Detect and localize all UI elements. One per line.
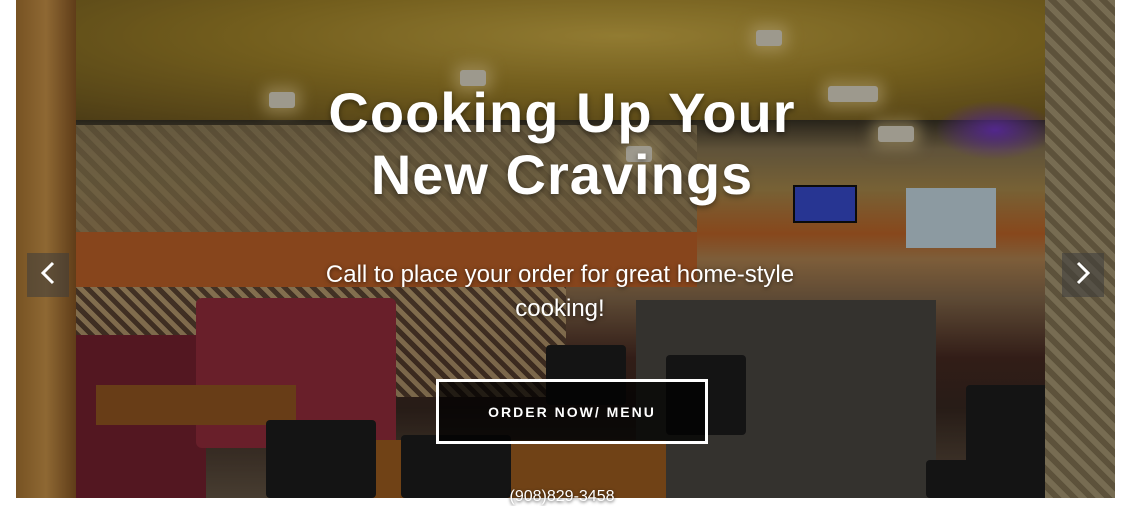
carousel-next-button[interactable] [1062,253,1104,297]
hero-headline: Cooking Up Your New Cravings [0,82,1124,206]
chevron-left-icon [38,260,58,291]
order-now-menu-button[interactable]: ORDER NOW/ MENU [436,379,708,444]
carousel-prev-button[interactable] [27,253,69,297]
chevron-right-icon [1073,260,1093,291]
hero-headline-line-2: New Cravings [370,143,754,206]
hero-headline-line-1: Cooking Up Your [328,81,796,144]
phone-number[interactable]: (908)829-3458 [0,488,1124,506]
hero-subtext: Call to place your order for great home-… [325,261,795,322]
